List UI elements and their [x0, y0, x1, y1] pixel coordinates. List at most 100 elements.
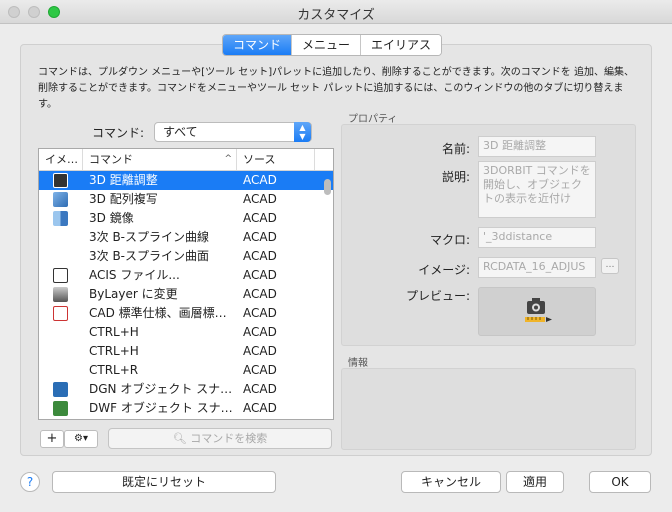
list-item-command: CTRL+H	[89, 325, 139, 339]
column-header-command[interactable]: コマンド ^	[83, 149, 237, 170]
description-label: 説明:	[441, 170, 470, 184]
list-item-image-cell	[39, 266, 83, 285]
preview-box	[478, 287, 596, 336]
list-item-source: ACAD	[243, 344, 277, 358]
list-header: イメ… コマンド ^ ソース	[39, 149, 333, 171]
list-item[interactable]: 3D 配列複写 ACAD	[39, 190, 333, 209]
description-field[interactable]: 3DORBIT コマンドを開始し、オブジェクトの表示を近付け	[478, 161, 596, 218]
title-bar: カスタマイズ	[0, 0, 672, 24]
list-item-image-cell	[39, 209, 83, 228]
list-item-source: ACAD	[243, 306, 277, 320]
list-scrollbar[interactable]	[323, 177, 331, 417]
cancel-button[interactable]: キャンセル	[401, 471, 501, 493]
list-item-command: CAD 標準仕様、画層標…	[89, 306, 227, 320]
list-item[interactable]: 3次 B-スプライン曲面 ACAD	[39, 247, 333, 266]
gear-icon: ⚙▾	[74, 433, 88, 444]
command-search-input[interactable]: 🔍︎ コマンドを検索	[108, 428, 332, 449]
list-item-command: 3D 鏡像	[89, 211, 134, 225]
list-item-command: 3次 B-スプライン曲線	[89, 230, 210, 244]
list-item[interactable]: ByLayer に変更 ACAD	[39, 285, 333, 304]
preview-label: プレビュー:	[405, 289, 470, 303]
list-item-image-cell	[39, 304, 83, 323]
search-placeholder: コマンドを検索	[190, 432, 268, 445]
apply-button[interactable]: 適用	[506, 471, 564, 493]
3d-array-icon	[53, 192, 68, 207]
name-field[interactable]: 3D 距離調整	[478, 136, 596, 157]
list-item[interactable]: 3D 鏡像 ACAD	[39, 209, 333, 228]
list-item-image-cell	[39, 190, 83, 209]
list-item-command: 3次 B-スプライン曲面	[89, 249, 210, 263]
list-item-source: ACAD	[243, 211, 277, 225]
camera-measure-icon	[525, 298, 552, 322]
command-filter-select[interactable]: すべて ▲ ▼	[154, 122, 312, 142]
list-item-source: ACAD	[243, 401, 277, 415]
list-item-command: ByLayer に変更	[89, 287, 178, 301]
list-item-image-cell	[39, 342, 83, 361]
properties-group-label: プロパティ	[348, 114, 398, 125]
list-item-source: ACAD	[243, 173, 277, 187]
image-browse-button[interactable]: …	[601, 258, 619, 274]
list-rows: 3D 距離調整 ACAD 3D 配列複写 ACAD 3D 鏡像 ACAD 3次 B-スプライ…	[39, 171, 333, 418]
3d-mirror-icon	[53, 211, 68, 226]
name-label: 名前:	[441, 142, 470, 156]
list-item-image-cell	[39, 171, 83, 190]
list-item-command: ACIS ファイル...	[89, 268, 180, 282]
bylayer-icon	[53, 287, 68, 302]
plus-icon: +	[46, 431, 58, 446]
tab-aliases[interactable]: エイリアス	[361, 35, 442, 55]
list-item-command: CTRL+R	[89, 363, 139, 377]
macro-field[interactable]: '_3ddistance	[478, 227, 596, 248]
command-options-button[interactable]: ⚙▾	[64, 430, 98, 448]
add-command-button[interactable]: +	[40, 430, 64, 448]
column-header-command-label: コマンド	[89, 153, 133, 166]
image-field[interactable]: RCDATA_16_ADJUS	[478, 257, 596, 278]
list-item[interactable]: CTRL+R ACAD	[39, 361, 333, 380]
list-item-image-cell	[39, 247, 83, 266]
search-icon: 🔍︎	[172, 432, 187, 445]
list-item-source: ACAD	[243, 363, 277, 377]
list-item[interactable]: CTRL+H ACAD	[39, 342, 333, 361]
cad-standards-icon	[53, 306, 68, 321]
list-item-command: DWF オブジェクト スナ…	[89, 401, 233, 415]
list-item[interactable]: CAD 標準仕様、画層標… ACAD	[39, 304, 333, 323]
list-item-image-cell	[39, 285, 83, 304]
command-list: イメ… コマンド ^ ソース 3D 距離調整 ACAD 3D 配列複写 ACAD 3D …	[38, 148, 334, 420]
list-item[interactable]: DGN オブジェクト スナ… ACAD	[39, 380, 333, 399]
list-item-image-cell	[39, 323, 83, 342]
list-item[interactable]: 3次 B-スプライン曲線 ACAD	[39, 228, 333, 247]
tab-menus[interactable]: メニュー	[292, 35, 362, 55]
list-item-source: ACAD	[243, 249, 277, 263]
list-item[interactable]: CTRL+H ACAD	[39, 323, 333, 342]
column-header-image[interactable]: イメ…	[39, 149, 83, 170]
list-item[interactable]: DWF オブジェクト スナ… ACAD	[39, 399, 333, 418]
help-button[interactable]: ?	[20, 472, 40, 492]
list-item-command: DGN オブジェクト スナ…	[89, 382, 233, 396]
list-item[interactable]: 3D 距離調整 ACAD	[39, 171, 333, 190]
list-item-image-cell	[39, 228, 83, 247]
info-group-label: 情報	[348, 358, 368, 369]
updown-arrow-icon: ▲ ▼	[294, 122, 311, 142]
description-text: コマンドは、プルダウン メニューや[ツール セット]パレットに追加したり、削除す…	[38, 67, 634, 110]
sort-ascending-icon: ^	[224, 154, 232, 164]
list-item-source: ACAD	[243, 287, 277, 301]
list-item[interactable]: ACIS ファイル... ACAD	[39, 266, 333, 285]
list-item-command: 3D 距離調整	[89, 173, 158, 187]
list-item-image-cell	[39, 361, 83, 380]
ok-button[interactable]: OK	[589, 471, 651, 493]
tab-bar: コマンド メニュー エイリアス	[222, 34, 443, 56]
list-item-source: ACAD	[243, 192, 277, 206]
list-item-source: ACAD	[243, 325, 277, 339]
list-item-command: CTRL+H	[89, 344, 139, 358]
list-item-image-cell	[39, 399, 83, 418]
scrollbar-thumb[interactable]	[324, 179, 331, 195]
info-panel	[341, 368, 636, 450]
camera-measure-icon	[53, 173, 68, 188]
reset-defaults-button[interactable]: 既定にリセット	[52, 471, 276, 493]
tab-commands[interactable]: コマンド	[223, 35, 293, 55]
list-item-source: ACAD	[243, 382, 277, 396]
list-item-image-cell	[39, 380, 83, 399]
list-item-source: ACAD	[243, 230, 277, 244]
dgn-icon	[53, 382, 68, 397]
column-header-source[interactable]: ソース	[237, 149, 315, 170]
list-item-command: 3D 配列複写	[89, 192, 158, 206]
